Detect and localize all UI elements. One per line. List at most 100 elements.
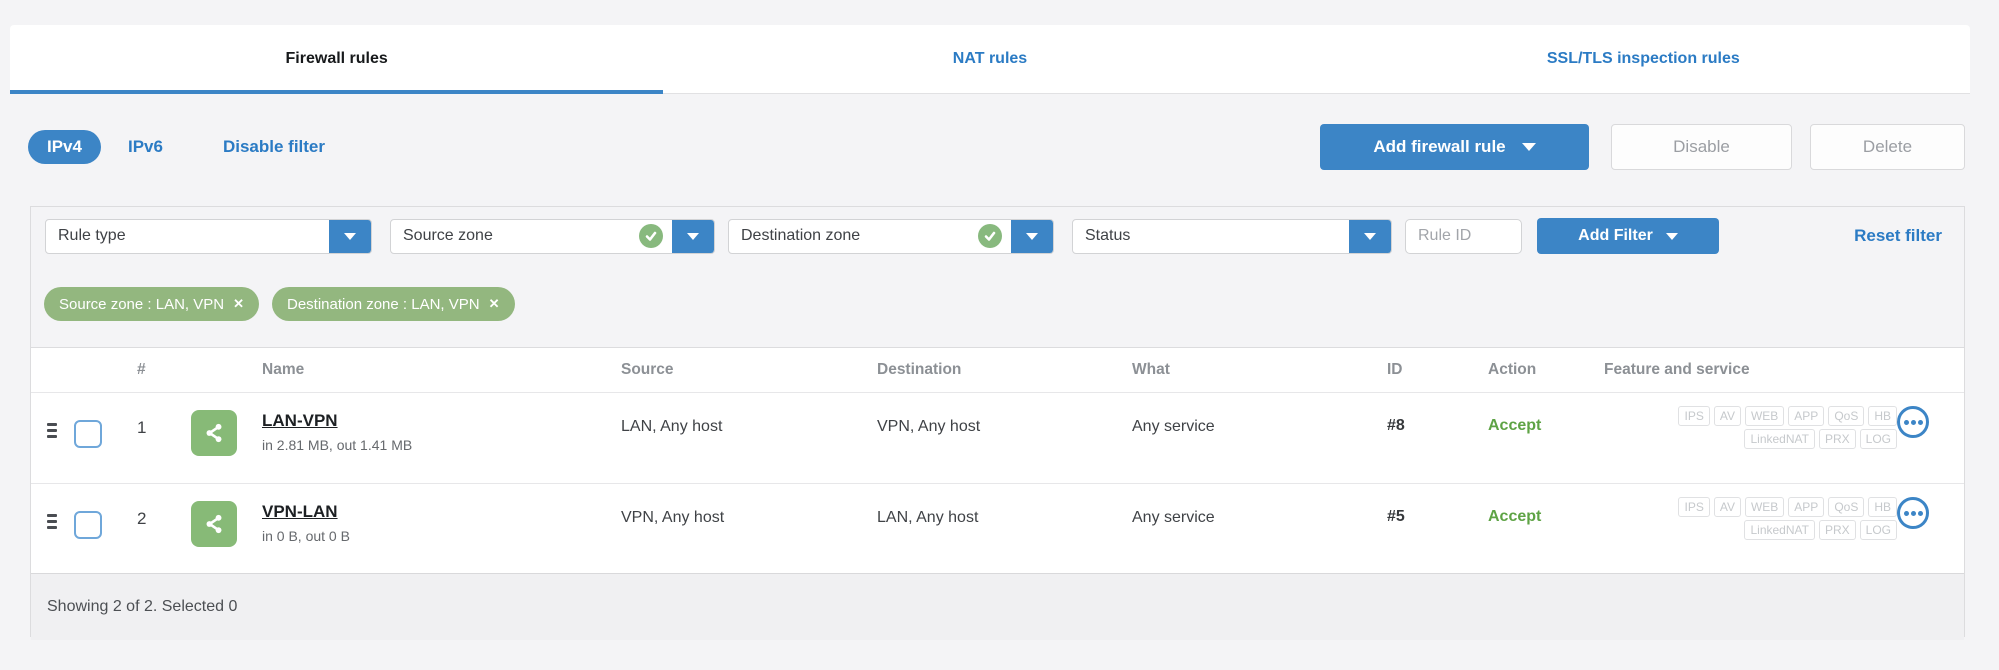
rule-traffic: in 2.81 MB, out 1.41 MB [262, 437, 413, 453]
rule-what: Any service [1132, 418, 1215, 435]
remove-filter-icon[interactable]: ✕ [233, 296, 244, 312]
rules-panel: Rule type Source zone Destination zone S… [30, 206, 1965, 640]
table-header-row: # Name Source Destination What ID Action… [31, 348, 1964, 393]
rule-destination: LAN, Any host [877, 509, 979, 526]
delete-button[interactable]: Delete [1810, 124, 1965, 170]
rule-traffic: in 0 B, out 0 B [262, 528, 350, 544]
badge-linkednat: LinkedNAT [1744, 429, 1815, 449]
firewall-rules-page: Firewall rules NAT rules SSL/TLS inspect… [0, 0, 1999, 670]
filter-applied-check-icon [978, 224, 1002, 248]
row-more-menu-icon[interactable] [1897, 406, 1929, 438]
status-select[interactable]: Status [1072, 218, 1392, 254]
rule-name-link[interactable]: VPN-LAN [262, 502, 621, 522]
badge-log: LOG [1859, 520, 1897, 540]
rule-id: #5 [1387, 508, 1405, 525]
chevron-down-icon [1521, 143, 1536, 151]
status-select-value: Status [1085, 227, 1131, 244]
tab-ssl-tls-inspection-rules[interactable]: SSL/TLS inspection rules [1317, 25, 1970, 93]
rule-action: Accept [1488, 508, 1542, 525]
header-what: What [1132, 361, 1170, 378]
rule-type-select-value: Rule type [58, 227, 126, 244]
showing-status-text: Showing 2 of 2. Selected 0 [47, 598, 238, 615]
rule-type-select[interactable]: Rule type [45, 218, 372, 254]
chevron-down-icon [1026, 232, 1038, 240]
rule-number: 1 [137, 418, 147, 437]
header-number: # [137, 361, 146, 378]
table-row: 2 VPN-LAN in 0 B, out 0 B VPN, Any host … [31, 483, 1964, 573]
rule-what: Any service [1132, 509, 1215, 526]
badge-app: APP [1788, 406, 1825, 426]
badge-av: AV [1713, 497, 1741, 517]
tab-firewall-rules[interactable]: Firewall rules [10, 25, 664, 94]
chevron-down-icon [1665, 232, 1678, 240]
drag-handle-icon[interactable] [47, 514, 57, 529]
rule-source: VPN, Any host [621, 509, 725, 526]
toolbar: IPv4 IPv6 Disable filter Add firewall ru… [28, 119, 1965, 175]
badge-av: AV [1713, 406, 1741, 426]
status-select-open-button[interactable] [1349, 219, 1391, 253]
header-source: Source [621, 361, 674, 378]
add-filter-label: Add Filter [1578, 227, 1653, 244]
chevron-down-icon [344, 232, 356, 240]
chip-label: Destination zone : LAN, VPN [287, 295, 480, 313]
destination-zone-select-open-button[interactable] [1011, 219, 1053, 253]
badge-linkednat: LinkedNAT [1744, 520, 1815, 540]
header-action: Action [1488, 361, 1537, 378]
table-row: 1 LAN-VPN in 2.81 MB, out 1.41 MB LAN, A… [31, 393, 1964, 483]
header-destination: Destination [877, 361, 962, 378]
ipv4-toggle[interactable]: IPv4 [28, 130, 101, 164]
add-filter-button[interactable]: Add Filter [1537, 218, 1719, 254]
header-id: ID [1387, 361, 1403, 378]
badge-hb: HB [1868, 406, 1897, 426]
rule-destination: VPN, Any host [877, 418, 981, 435]
rule-id: #8 [1387, 417, 1405, 434]
tab-label: NAT rules [952, 50, 1028, 67]
badge-prx: PRX [1818, 520, 1856, 540]
rule-name-link[interactable]: LAN-VPN [262, 411, 621, 431]
rule-share-icon [191, 410, 237, 456]
badge-qos: QoS [1828, 406, 1865, 426]
destination-zone-select[interactable]: Destination zone [728, 218, 1054, 254]
source-zone-select-open-button[interactable] [672, 219, 714, 253]
add-firewall-rule-button[interactable]: Add firewall rule [1320, 124, 1589, 170]
filter-applied-check-icon [639, 224, 663, 248]
reset-filter-link[interactable]: Reset filter [1854, 226, 1942, 246]
tab-nat-rules[interactable]: NAT rules [663, 25, 1316, 93]
source-zone-filter-chip: Source zone : LAN, VPN ✕ [44, 287, 259, 321]
badge-web: WEB [1744, 406, 1785, 426]
chevron-down-icon [687, 232, 699, 240]
disable-button[interactable]: Disable [1611, 124, 1792, 170]
tab-label: SSL/TLS inspection rules [1546, 50, 1740, 67]
rule-source: LAN, Any host [621, 418, 723, 435]
row-more-menu-icon[interactable] [1897, 497, 1929, 529]
feature-badges: IPS AV WEB APP QoS HB LinkedNAT PRX LOG [1604, 406, 1897, 449]
badge-qos: QoS [1828, 497, 1865, 517]
active-tab-underline [10, 90, 664, 94]
rule-action: Accept [1488, 417, 1542, 434]
badge-app: APP [1788, 497, 1825, 517]
rule-id-input[interactable] [1405, 218, 1522, 254]
rule-number: 2 [137, 509, 147, 528]
remove-filter-icon[interactable]: ✕ [489, 296, 500, 312]
source-zone-select-value: Source zone [403, 227, 493, 244]
rules-tab-bar: Firewall rules NAT rules SSL/TLS inspect… [10, 25, 1970, 94]
badge-ips: IPS [1678, 497, 1710, 517]
add-firewall-rule-label: Add firewall rule [1373, 137, 1506, 156]
row-checkbox[interactable] [74, 420, 102, 448]
feature-badges: IPS AV WEB APP QoS HB LinkedNAT PRX LOG [1604, 497, 1897, 540]
badge-hb: HB [1868, 497, 1897, 517]
rule-type-select-open-button[interactable] [329, 219, 371, 253]
destination-zone-select-value: Destination zone [741, 227, 861, 244]
badge-log: LOG [1859, 429, 1897, 449]
row-checkbox[interactable] [74, 511, 102, 539]
badge-ips: IPS [1678, 406, 1710, 426]
header-feature-and-service: Feature and service [1604, 361, 1750, 378]
tab-label: Firewall rules [285, 50, 388, 67]
drag-handle-icon[interactable] [47, 423, 57, 438]
header-name: Name [262, 361, 305, 378]
disable-filter-link[interactable]: Disable filter [223, 137, 325, 157]
source-zone-select[interactable]: Source zone [390, 218, 715, 254]
chip-label: Source zone : LAN, VPN [59, 295, 225, 313]
chevron-down-icon [1364, 232, 1376, 240]
ipv6-toggle[interactable]: IPv6 [128, 137, 163, 157]
